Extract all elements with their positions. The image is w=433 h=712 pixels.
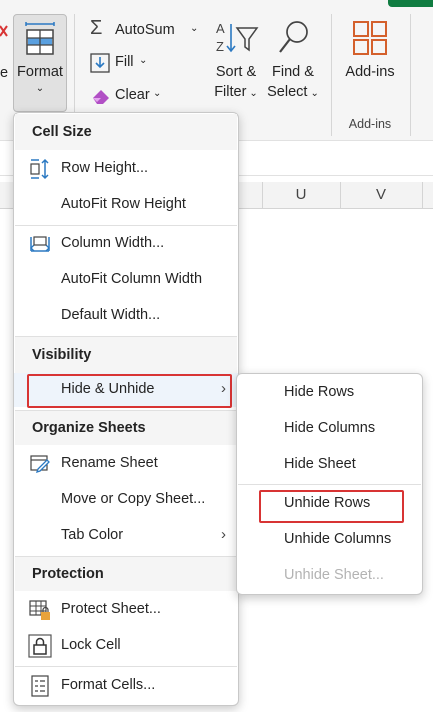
menu-item-row-height[interactable]: Row Height... [14,152,238,186]
hide-columns-label: Hide Columns [284,420,376,436]
protect-sheet-icon [29,600,50,620]
format-label: Format [17,64,63,80]
addins-group-label: Add-ins [348,117,392,131]
row-height-icon [30,158,49,180]
format-cells-label: Format Cells... [61,677,156,693]
find-select-button[interactable]: Find & Select ⌄ [264,14,322,110]
menu-item-autofit-row-height[interactable]: AutoFit Row Height [14,188,238,222]
column-header-v[interactable]: V [340,182,422,209]
ribbon-divider [74,14,75,112]
highlight-box-hide-unhide [27,374,232,408]
menu-item-protect-sheet[interactable]: Protect Sheet... [14,593,238,627]
hide-unhide-submenu: Hide Rows Hide Columns Hide Sheet Unhide… [236,373,423,595]
menu-item-default-width[interactable]: Default Width... [14,299,238,333]
clear-label: Clear [115,87,150,103]
clear-button[interactable]: Clear ⌄ [87,82,167,108]
section-protection: Protection [32,566,104,582]
addins-label: Add-ins [345,64,395,80]
chevron-right-icon: › [221,526,226,543]
chevron-down-icon: ⌄ [153,88,162,99]
submenu-item-hide-sheet[interactable]: Hide Sheet [237,448,422,482]
hide-rows-label: Hide Rows [284,384,355,400]
submenu-item-unhide-columns[interactable]: Unhide Columns [237,523,422,557]
hide-sheet-label: Hide Sheet [284,456,356,472]
autofit-row-height-label: AutoFit Row Height [61,196,186,212]
section-visibility: Visibility [32,347,92,363]
find-select-label-1: Find & [272,64,314,80]
format-menu: Cell Size Row Height... AutoFit Row Heig… [13,112,239,706]
unhide-columns-label: Unhide Columns [284,531,392,547]
move-copy-sheet-label: Move or Copy Sheet... [61,491,206,507]
addins-button[interactable]: Add-ins [338,14,402,86]
sort-filter-icon: A Z [216,21,259,54]
column-header-u[interactable]: U [262,182,340,209]
format-cells-icon [31,675,49,697]
lock-cell-label: Lock Cell [61,637,121,653]
menu-item-format-cells[interactable]: Format Cells... [14,669,238,703]
section-cell-size: Cell Size [32,124,92,140]
menu-item-lock-cell[interactable]: Lock Cell [14,629,238,663]
submenu-item-hide-rows[interactable]: Hide Rows [237,376,422,410]
column-v-label: V [375,186,386,203]
ribbon-partial-label: e [0,65,9,81]
menu-separator [238,484,421,485]
svg-text:A: A [216,21,225,36]
menu-item-autofit-column-width[interactable]: AutoFit Column Width [14,263,238,297]
format-icon [25,22,55,55]
column-divider [422,182,423,208]
submenu-item-hide-columns[interactable]: Hide Columns [237,412,422,446]
rename-sheet-icon [30,455,50,474]
fill-down-icon [90,53,110,73]
menu-separator [15,666,237,667]
unhide-sheet-label: Unhide Sheet... [284,567,384,583]
svg-text:Z: Z [216,39,224,54]
lock-icon [28,634,52,658]
chevron-down-icon: ⌄ [190,23,199,34]
ribbon-divider [410,14,411,136]
format-button[interactable]: Format ⌄ [13,14,67,112]
column-width-label: Column Width... [61,235,165,251]
column-divider [262,182,263,208]
menu-separator [15,225,237,226]
highlight-box-unhide-rows [259,490,404,523]
autosum-label: AutoSum [115,22,175,38]
menu-item-rename-sheet[interactable]: Rename Sheet [14,447,238,481]
sort-filter-label-2: Filter ⌄ [214,84,258,100]
fill-label: Fill [115,54,134,70]
addins-icon [353,21,387,55]
find-select-label-2: Select ⌄ [267,84,319,100]
sort-filter-button[interactable]: A Z Sort & Filter ⌄ [207,14,265,110]
protect-sheet-label: Protect Sheet... [61,601,161,617]
chevron-down-icon: ⌄ [139,55,148,66]
menu-item-tab-color[interactable]: Tab Color › [14,519,238,553]
column-width-icon [30,236,50,252]
rename-sheet-label: Rename Sheet [61,455,158,471]
section-organize-sheets: Organize Sheets [32,420,146,436]
sort-filter-label-1: Sort & [215,64,257,80]
menu-item-move-copy-sheet[interactable]: Move or Copy Sheet... [14,483,238,517]
column-divider [340,182,341,208]
chevron-down-icon: ⌄ [35,83,45,94]
menu-item-column-width[interactable]: Column Width... [14,227,238,261]
autosum-button[interactable]: Σ AutoSum ⌄ [87,17,205,44]
fill-button[interactable]: Fill ⌄ [87,50,157,76]
autofit-column-width-label: AutoFit Column Width [61,271,203,287]
magnifier-icon [279,21,308,53]
sigma-icon: Σ [90,17,103,39]
row-height-label: Row Height... [61,160,149,176]
ribbon-divider [331,14,332,136]
column-header-partial [422,182,433,209]
column-u-label: U [295,186,307,203]
clear-formatting-icon[interactable] [0,22,8,50]
eraser-icon [93,90,109,104]
excel-tab-corner [388,0,433,7]
default-width-label: Default Width... [61,307,161,323]
submenu-item-unhide-sheet: Unhide Sheet... [237,559,422,593]
tab-color-label: Tab Color [61,527,124,543]
